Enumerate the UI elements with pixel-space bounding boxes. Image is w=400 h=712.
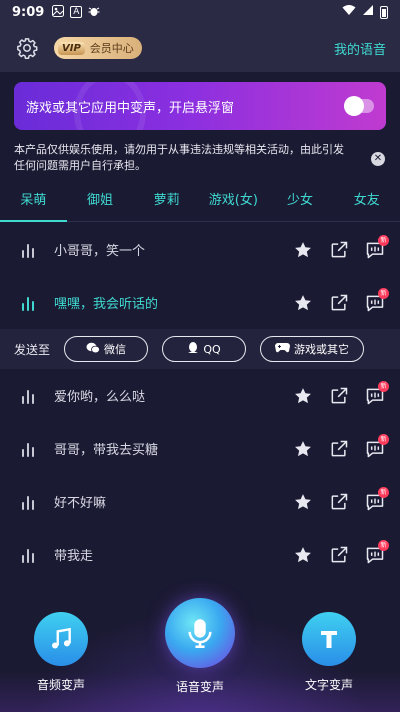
gamepad-icon [275, 342, 291, 356]
vip-center-label: 会员中心 [89, 42, 134, 55]
gallery-notification-icon [52, 4, 65, 20]
text-change-label: 文字变声 [304, 678, 353, 692]
close-notice-icon[interactable]: ✕ [371, 152, 385, 166]
favorite-star-icon[interactable] [292, 438, 314, 460]
new-badge: 新 [378, 287, 389, 299]
wechat-icon [86, 342, 100, 357]
send-to-label: 发送至 [14, 342, 51, 357]
my-voice-link[interactable]: 我的语音 [334, 39, 386, 58]
status-bar: 9:09 A [0, 0, 400, 24]
voice-message-icon[interactable]: 新 [364, 380, 389, 407]
settings-gear-icon[interactable] [14, 35, 40, 61]
favorite-star-icon[interactable] [292, 544, 314, 566]
favorite-star-icon[interactable] [292, 239, 314, 261]
bug-notification-icon [88, 5, 100, 20]
floating-window-toggle[interactable] [344, 96, 374, 116]
audio-change-button[interactable]: 音频变声 [34, 612, 88, 693]
microphone-icon [165, 598, 235, 668]
floating-window-banner: 游戏或其它应用中变声，开启悬浮窗 [14, 82, 386, 130]
audio-bars-icon [22, 388, 40, 404]
text-change-button[interactable]: 文字变声 [302, 612, 356, 693]
audio-bars-icon [22, 494, 40, 510]
music-note-icon [34, 612, 88, 666]
share-icon[interactable] [328, 385, 350, 407]
audio-change-label: 音频变声 [36, 678, 85, 692]
battery-icon [380, 5, 388, 19]
tab-game-female[interactable]: 游戏(女) [200, 180, 267, 221]
disclaimer-notice: 本产品仅供娱乐使用，请勿用于从事违法违规等相关活动，由此引发任何问题需用户自行承… [14, 143, 344, 172]
text-t-icon [302, 612, 356, 666]
voice-label: 哥哥，带我去买糖 [54, 443, 159, 458]
voice-message-icon[interactable]: 新 [364, 287, 389, 314]
voice-change-label: 语音变声 [175, 680, 224, 694]
list-item[interactable]: 小哥哥，笑一个 新 [0, 223, 400, 276]
wechat-label: 微信 [104, 343, 127, 356]
list-item[interactable]: 爱你哟，么么哒 新 [0, 369, 400, 422]
list-item[interactable]: 哥哥，带我去买糖 新 [0, 422, 400, 475]
voice-message-icon[interactable]: 新 [364, 539, 389, 566]
qq-icon [187, 341, 199, 357]
list-item[interactable]: 带我走 新 [0, 528, 400, 581]
games-label: 游戏或其它 [294, 343, 350, 356]
audio-bars-icon [22, 295, 40, 311]
voice-message-icon[interactable]: 新 [364, 234, 389, 261]
tab-shaonv[interactable]: 少女 [267, 180, 334, 221]
list-item[interactable]: 好不好嘛 新 [0, 475, 400, 528]
vip-center-button[interactable]: VIP 会员中心 [54, 37, 142, 59]
voice-message-icon[interactable]: 新 [364, 486, 389, 513]
favorite-star-icon[interactable] [292, 292, 314, 314]
vip-tag: VIP [58, 41, 85, 55]
share-icon[interactable] [328, 438, 350, 460]
bottom-function-bar: 音频变声 语音变声 文字变声 [0, 592, 400, 712]
audio-bars-icon [22, 441, 40, 457]
share-icon[interactable] [328, 491, 350, 513]
new-badge: 新 [378, 234, 389, 246]
tab-daimeng[interactable]: 呆萌 [0, 180, 67, 222]
wifi-icon [342, 4, 356, 20]
voice-label: 爱你哟，么么哒 [54, 390, 146, 405]
header: VIP 会员中心 我的语音 [0, 24, 400, 72]
favorite-star-icon[interactable] [292, 491, 314, 513]
favorite-star-icon[interactable] [292, 385, 314, 407]
voice-list: 小哥哥，笑一个 新 嘿嘿，我会听话的 新 发送至 微信 QQ 游戏或其它 爱你哟… [0, 223, 400, 581]
new-badge: 新 [378, 486, 389, 498]
signal-icon [362, 4, 374, 20]
voice-change-button[interactable]: 语音变声 [165, 598, 235, 695]
share-icon[interactable] [328, 544, 350, 566]
a-notification-icon: A [70, 6, 83, 18]
audio-bars-icon [22, 242, 40, 258]
tab-nvyou[interactable]: 女友 [333, 180, 400, 221]
voice-label: 带我走 [54, 549, 94, 564]
category-tabs: 呆萌 御姐 萝莉 游戏(女) 少女 女友 [0, 180, 400, 222]
voice-label: 嘿嘿，我会听话的 [54, 297, 159, 312]
audio-bars-icon [22, 547, 40, 563]
tab-luoli[interactable]: 萝莉 [133, 180, 200, 221]
tab-yujie[interactable]: 御姐 [67, 180, 134, 221]
new-badge: 新 [378, 539, 389, 551]
send-wechat-button[interactable]: 微信 [64, 336, 149, 362]
send-to-bar: 发送至 微信 QQ 游戏或其它 [0, 329, 400, 369]
status-time: 9:09 [12, 4, 45, 20]
new-badge: 新 [378, 380, 389, 392]
voice-label: 好不好嘛 [54, 496, 107, 511]
share-icon[interactable] [328, 292, 350, 314]
send-games-button[interactable]: 游戏或其它 [260, 336, 365, 362]
qq-label: QQ [203, 342, 221, 356]
list-item-selected[interactable]: 嘿嘿，我会听话的 新 [0, 276, 400, 329]
banner-text: 游戏或其它应用中变声，开启悬浮窗 [26, 100, 235, 116]
new-badge: 新 [378, 433, 389, 445]
toggle-knob [344, 96, 364, 116]
share-icon[interactable] [328, 239, 350, 261]
voice-message-icon[interactable]: 新 [364, 433, 389, 460]
voice-label: 小哥哥，笑一个 [54, 244, 146, 259]
send-qq-button[interactable]: QQ [162, 336, 247, 362]
